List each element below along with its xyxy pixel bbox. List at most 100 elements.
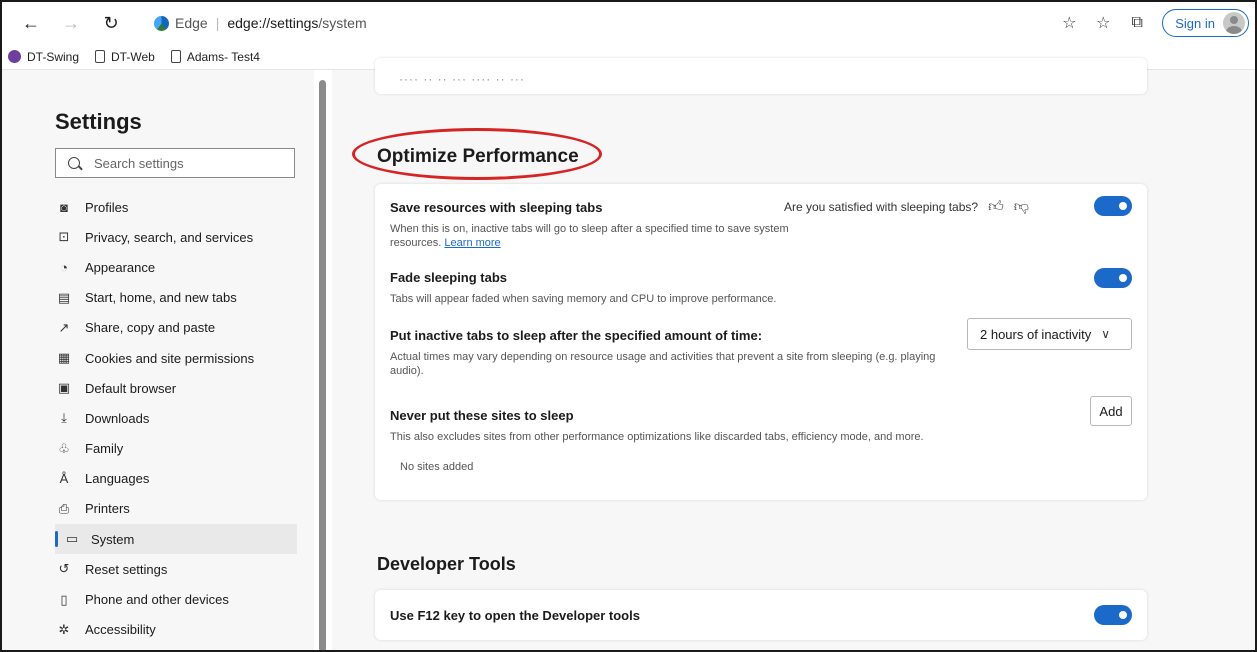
sidebar-item-downloads[interactable]: ⤓ Downloads: [55, 403, 297, 433]
sleeping-tabs-toggle[interactable]: [1094, 196, 1132, 216]
sidebar-item-phone[interactable]: ▯ Phone and other devices: [55, 584, 297, 614]
cookies-icon: ▦: [57, 350, 71, 366]
sidebar-item-label: Share, copy and paste: [85, 320, 216, 336]
fade-tabs-title: Fade sleeping tabs: [390, 270, 508, 285]
sidebar-item-appearance[interactable]: ◔ Appearance: [55, 252, 297, 282]
favorite-label: DT-Web: [111, 49, 155, 64]
settings-content: ···· ·· ·· ··· ···· ·· ··· Optimize Perf…: [332, 58, 1255, 650]
sleeping-tabs-desc: When this is on, inactive tabs will go t…: [390, 222, 810, 250]
avatar: [1223, 12, 1245, 34]
thumbs-up-icon[interactable]: 👍︎: [988, 198, 1004, 216]
developer-card: Use F12 key to open the Developer tools: [375, 590, 1147, 640]
sidebar-item-start-home[interactable]: ▤ Start, home, and new tabs: [55, 283, 297, 313]
sidebar-item-languages[interactable]: Å Languages: [55, 464, 297, 494]
settings-title: Settings: [55, 109, 142, 134]
chevron-down-icon: ∨: [1101, 327, 1111, 341]
never-sleep-title: Never put these sites to sleep: [390, 408, 574, 423]
sidebar-item-label: Printers: [85, 501, 130, 517]
favorites-icon[interactable]: ☆: [1086, 8, 1120, 38]
default-browser-icon: ▣: [57, 380, 71, 396]
toolbar-actions: ☆ ☆ ⧉ Sign in: [1052, 8, 1249, 38]
sidebar-item-label: Languages: [85, 471, 150, 487]
f12-title: Use F12 key to open the Developer tools: [390, 608, 640, 623]
sidebar-scrollbar[interactable]: [319, 80, 326, 650]
sign-in-button[interactable]: Sign in: [1162, 9, 1249, 37]
refresh-icon[interactable]: ↻: [100, 12, 122, 34]
share-icon: ↗: [58, 319, 70, 335]
inactive-timer-desc: Actual times may vary depending on resou…: [390, 351, 936, 377]
phone-icon: ▯: [60, 591, 68, 607]
sidebar-item-label: Appearance: [85, 259, 156, 275]
settings-nav: ◙ Profiles ⊡ Privacy, search, and services…: [55, 192, 297, 645]
learn-more-link[interactable]: Learn more: [444, 237, 500, 249]
search-input[interactable]: Search settings: [55, 148, 295, 178]
sleeping-tabs-title: Save resources with sleeping tabs: [390, 200, 603, 215]
edge-label: Edge: [175, 15, 208, 31]
lock-icon: ⊡: [58, 229, 70, 245]
fade-tabs-toggle[interactable]: [1094, 268, 1132, 288]
add-favorite-icon[interactable]: ☆: [1052, 8, 1086, 38]
inactive-timer-select[interactable]: 2 hours of inactivity ∨: [967, 318, 1132, 350]
sidebar-item-label: Reset settings: [85, 561, 168, 577]
home-tab-icon: ▤: [57, 289, 71, 305]
url-host: edge://settings: [227, 15, 319, 31]
collections-icon[interactable]: ⧉: [1120, 8, 1154, 38]
favorite-adams-test4[interactable]: Adams- Test4: [170, 49, 260, 64]
add-site-button[interactable]: Add: [1090, 396, 1132, 426]
previous-section-card: ···· ·· ·· ··· ···· ·· ···: [375, 58, 1147, 94]
sidebar-item-cookies[interactable]: ▦ Cookies and site permissions: [55, 343, 297, 373]
developer-section-title: Developer Tools: [377, 554, 516, 574]
favorite-label: Adams- Test4: [186, 49, 260, 64]
sidebar-item-privacy[interactable]: ⊡ Privacy, search, and services: [55, 222, 297, 252]
favorite-dt-swing[interactable]: DT-Swing: [8, 50, 79, 64]
edge-logo-icon: [154, 15, 169, 31]
sidebar-item-label: Profiles: [85, 199, 129, 215]
sidebar-item-default-browser[interactable]: ▣ Default browser: [55, 373, 297, 403]
search-placeholder: Search settings: [94, 155, 184, 171]
f12-toggle[interactable]: [1094, 605, 1132, 625]
browser-toolbar: ← → ↻ Edge | edge://settings /system ☆ ☆…: [2, 2, 1255, 44]
address-separator: |: [215, 15, 220, 31]
download-icon: ⤓: [61, 410, 67, 426]
profile-icon: ◙: [60, 199, 68, 215]
forward-arrow-icon[interactable]: →: [60, 12, 82, 34]
sidebar-item-printers[interactable]: ⎙ Printers: [55, 494, 297, 524]
url-path: /system: [318, 15, 367, 31]
favorite-label: DT-Swing: [27, 49, 80, 64]
sidebar-item-label: Phone and other devices: [85, 592, 229, 608]
never-sleep-desc: This also excludes sites from other perf…: [390, 431, 924, 443]
sidebar-item-reset[interactable]: ↺ Reset settings: [55, 554, 297, 584]
sidebar-item-label: Default browser: [85, 380, 177, 396]
system-icon: ▭: [65, 531, 79, 547]
page-icon: [170, 50, 181, 63]
search-icon: [68, 157, 80, 169]
browser-window: ← → ↻ Edge | edge://settings /system ☆ ☆…: [0, 0, 1257, 652]
sidebar-item-share[interactable]: ↗ Share, copy and paste: [55, 313, 297, 343]
sidebar-item-label: Cookies and site permissions: [85, 350, 255, 366]
sidebar-item-label: Accessibility: [85, 622, 156, 638]
swing-site-icon: [8, 50, 21, 63]
appearance-icon: ◔: [60, 259, 68, 275]
fade-tabs-desc: Tabs will appear faded when saving memor…: [390, 293, 777, 305]
performance-card: Save resources with sleeping tabs When t…: [375, 184, 1147, 500]
address-bar[interactable]: Edge | edge://settings /system: [154, 11, 367, 35]
sign-in-label: Sign in: [1175, 15, 1215, 31]
inactive-timer-title: Put inactive tabs to sleep after the spe…: [390, 328, 763, 343]
no-sites-text: No sites added: [400, 461, 474, 473]
sidebar-item-system[interactable]: ▭ System: [55, 524, 297, 555]
reset-icon: ↺: [58, 561, 70, 577]
family-icon: ♧: [58, 440, 70, 456]
settings-sidebar: Settings Search settings ◙ Profiles ⊡ Priv…: [2, 70, 314, 650]
printer-icon: ⎙: [58, 500, 70, 516]
sidebar-item-family[interactable]: ♧ Family: [55, 434, 297, 464]
thumbs-down-icon[interactable]: 👎︎: [1014, 198, 1029, 216]
sidebar-item-accessibility[interactable]: ✲ Accessibility: [55, 615, 297, 645]
sidebar-item-label: Start, home, and new tabs: [85, 290, 237, 306]
back-arrow-icon[interactable]: ←: [20, 12, 42, 34]
favorite-dt-web[interactable]: DT-Web: [95, 50, 155, 64]
sidebar-item-profiles[interactable]: ◙ Profiles: [55, 192, 297, 222]
performance-section-title: Optimize Performance: [377, 146, 579, 167]
sidebar-item-label: Family: [85, 441, 124, 457]
languages-icon: Å: [59, 471, 69, 487]
page-icon: [95, 50, 106, 63]
